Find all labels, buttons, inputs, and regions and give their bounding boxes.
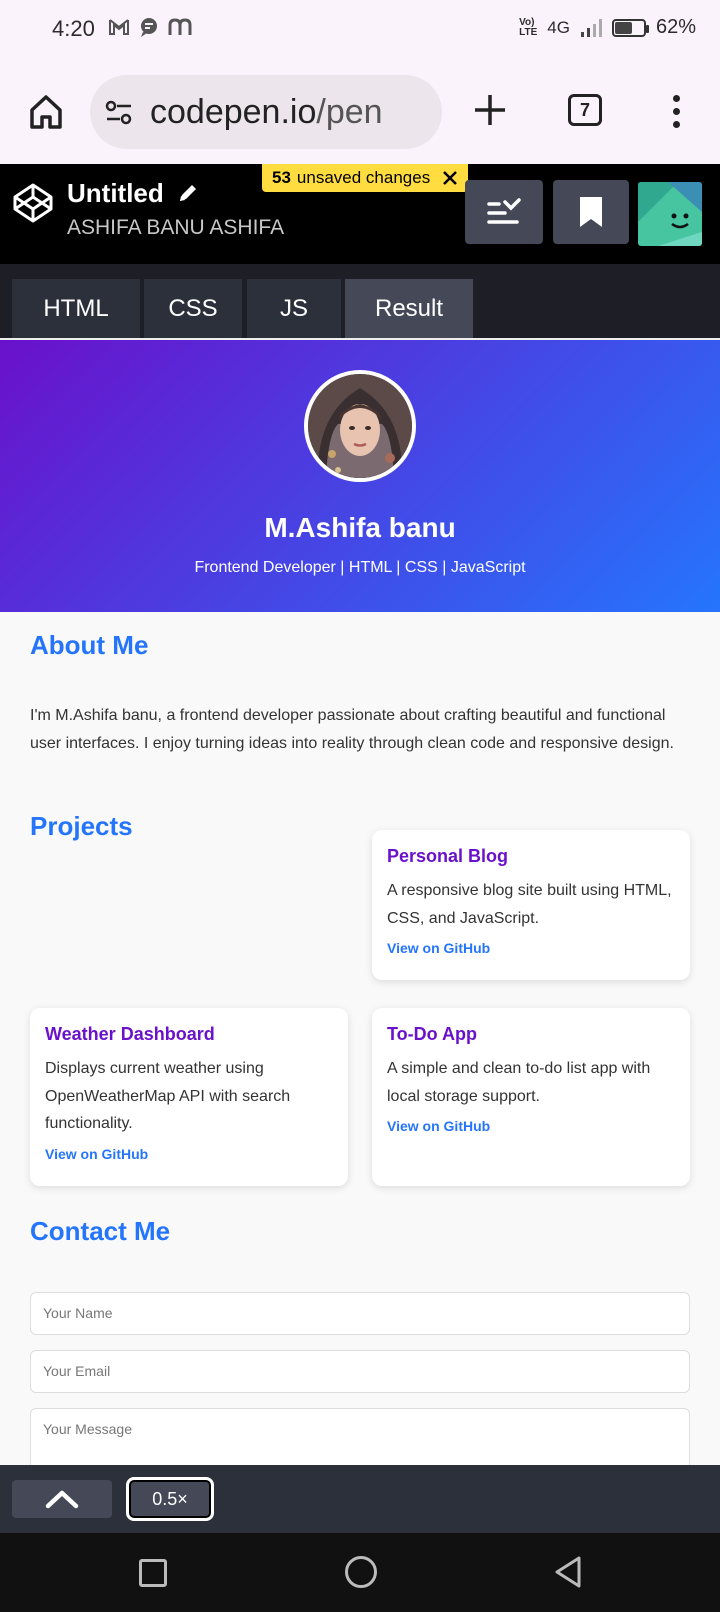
zoom-button[interactable]: 0.5× <box>126 1477 214 1521</box>
unsaved-label: unsaved changes <box>296 168 431 187</box>
project-card: To-Do App A simple and clean to-do list … <box>372 1008 690 1186</box>
status-bar: 4:20 Vo) LTE 4G 62% <box>0 0 720 60</box>
message-field[interactable]: Your Message <box>30 1408 690 1465</box>
chevron-up-icon <box>45 1490 79 1509</box>
user-avatar[interactable] <box>638 182 702 246</box>
project-title: Weather Dashboard <box>45 1024 215 1044</box>
tab-css[interactable]: CSS <box>144 279 242 338</box>
volte-icon: Vo) LTE <box>519 16 538 38</box>
system-icons: Vo) LTE 4G 62% <box>519 16 696 39</box>
gmail-icon <box>109 19 129 35</box>
chat-icon <box>141 18 157 37</box>
tab-result[interactable]: Result <box>345 279 473 338</box>
tab-switcher-button[interactable]: 7 <box>568 94 602 126</box>
project-title: Personal Blog <box>387 846 509 866</box>
back-icon[interactable] <box>553 1555 583 1589</box>
bookmark-button[interactable] <box>553 180 629 244</box>
bookmark-icon <box>580 197 602 227</box>
tab-js[interactable]: JS <box>247 279 341 338</box>
new-tab-icon[interactable] <box>472 92 508 128</box>
hero-header: M.Ashifa banu Frontend Developer | HTML … <box>0 340 720 612</box>
project-desc: A simple and clean to-do list app with l… <box>387 1060 651 1105</box>
codepen-bottom-bar: 0.5× <box>0 1465 720 1533</box>
close-icon[interactable] <box>442 170 458 186</box>
url-host: codepen.io <box>150 93 317 131</box>
project-title: To-Do App <box>387 1024 477 1044</box>
about-heading: About Me <box>30 630 149 660</box>
email-field[interactable]: Your Email <box>30 1350 690 1393</box>
home-nav-icon[interactable] <box>345 1556 377 1588</box>
battery-icon <box>611 18 649 37</box>
layout-icon <box>487 198 521 224</box>
name-field[interactable]: Your Name <box>30 1292 690 1335</box>
system-nav-bar <box>0 1533 720 1612</box>
profile-photo <box>304 370 416 482</box>
codepen-logo-icon[interactable] <box>12 182 54 224</box>
contact-heading: Contact Me <box>30 1216 171 1246</box>
pen-author[interactable]: ASHIFA BANU ASHIFA <box>67 216 284 240</box>
unsaved-count: 53 <box>272 168 291 187</box>
tab-html[interactable]: HTML <box>12 279 140 338</box>
codepen-header: Untitled ASHIFA BANU ASHIFA 53 unsaved c… <box>0 164 720 264</box>
home-icon[interactable] <box>26 92 66 132</box>
more-options-icon[interactable] <box>666 92 686 132</box>
network-type: 4G <box>547 17 570 37</box>
url-text[interactable]: codepen.io/pen <box>150 93 383 132</box>
project-desc: Displays current weather using OpenWeath… <box>45 1060 291 1132</box>
url-path: /pen <box>316 93 383 131</box>
hero-name: M.Ashifa banu <box>264 512 456 543</box>
result-preview: M.Ashifa banu Frontend Developer | HTML … <box>0 340 720 1465</box>
projects-heading: Projects <box>30 811 133 841</box>
m-app-icon <box>168 18 192 35</box>
unsaved-changes-badge[interactable]: 53 unsaved changes <box>262 164 469 192</box>
pen-title[interactable]: Untitled <box>67 178 164 209</box>
project-card: Personal Blog A responsive blog site bui… <box>372 830 690 980</box>
github-link[interactable]: View on GitHub <box>387 1118 675 1134</box>
project-desc: A responsive blog site built using HTML,… <box>387 882 672 927</box>
signal-icon <box>580 18 602 37</box>
recent-apps-icon[interactable] <box>139 1559 167 1587</box>
github-link[interactable]: View on GitHub <box>45 1146 333 1162</box>
status-time: 4:20 <box>52 16 95 41</box>
scroll-up-button[interactable] <box>12 1480 112 1518</box>
hero-subtitle: Frontend Developer | HTML | CSS | JavaSc… <box>194 559 526 576</box>
github-link[interactable]: View on GitHub <box>387 940 675 956</box>
editor-tabs: HTML CSS JS Result <box>0 264 720 340</box>
browser-toolbar: codepen.io/pen 7 <box>0 60 720 164</box>
project-card: Weather Dashboard Displays current weath… <box>30 1008 348 1186</box>
notification-icons <box>108 16 192 38</box>
profile-image <box>308 374 412 478</box>
battery-percent: 62% <box>655 16 696 38</box>
site-settings-icon[interactable] <box>104 98 134 128</box>
address-bar[interactable]: codepen.io/pen <box>90 75 442 149</box>
edit-pencil-icon[interactable] <box>177 182 199 204</box>
about-text: I'm M.Ashifa banu, a frontend developer … <box>30 707 674 752</box>
change-view-button[interactable] <box>465 180 543 244</box>
avatar-image <box>638 182 702 246</box>
